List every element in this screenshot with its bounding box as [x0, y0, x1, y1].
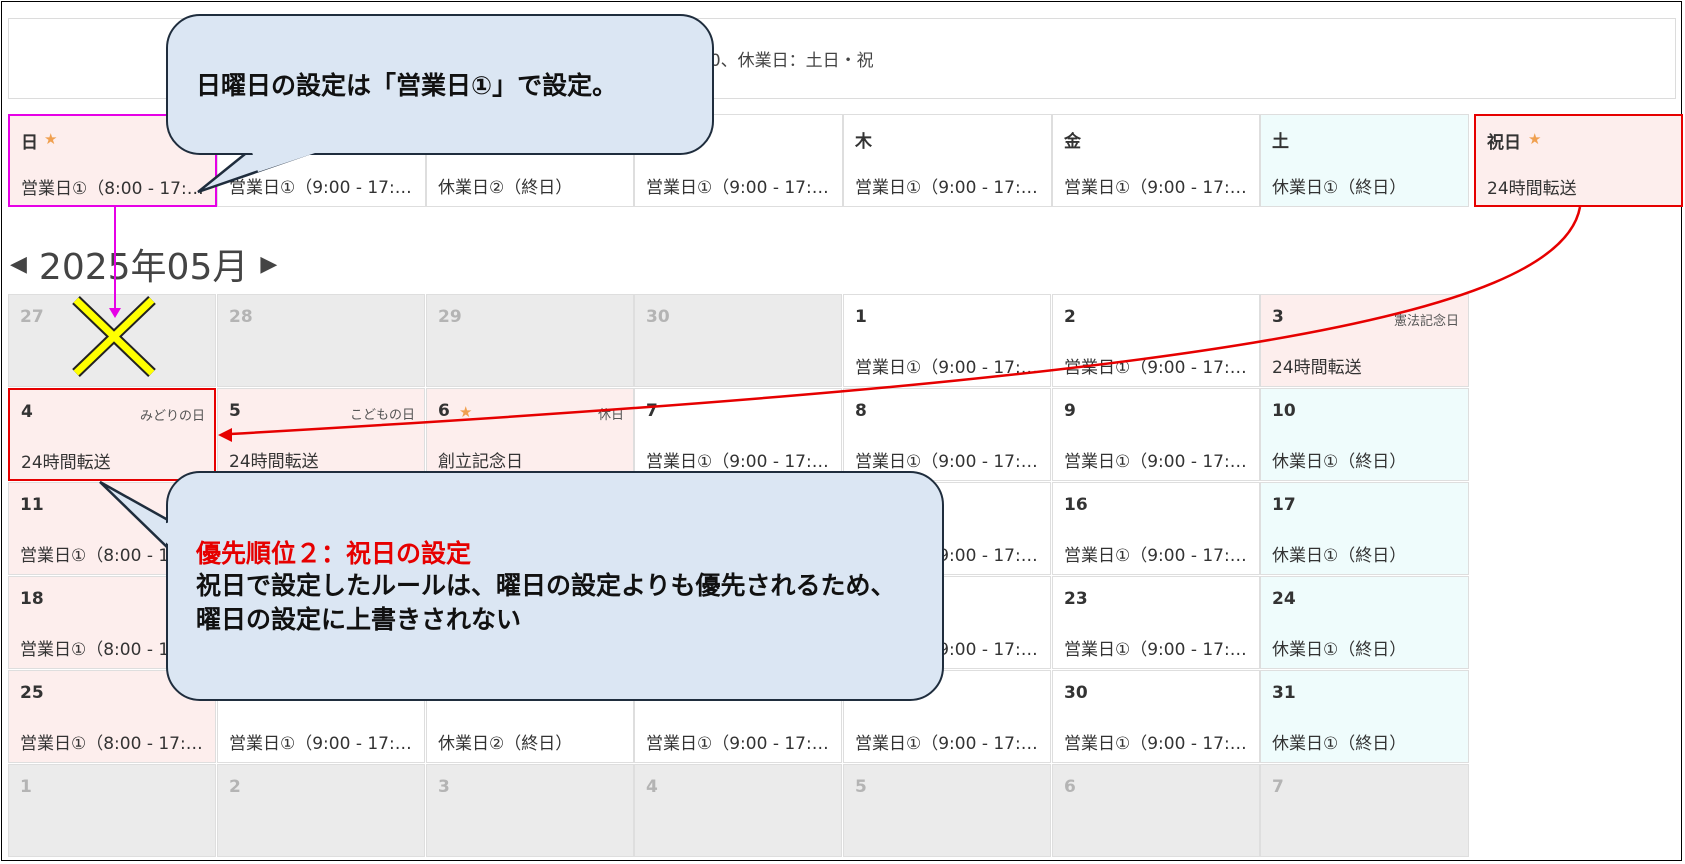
- tail-covers: [150, 152, 318, 546]
- callout-bottom-tail-cover: [150, 522, 170, 546]
- callout-top-tail-cover: [252, 152, 318, 172]
